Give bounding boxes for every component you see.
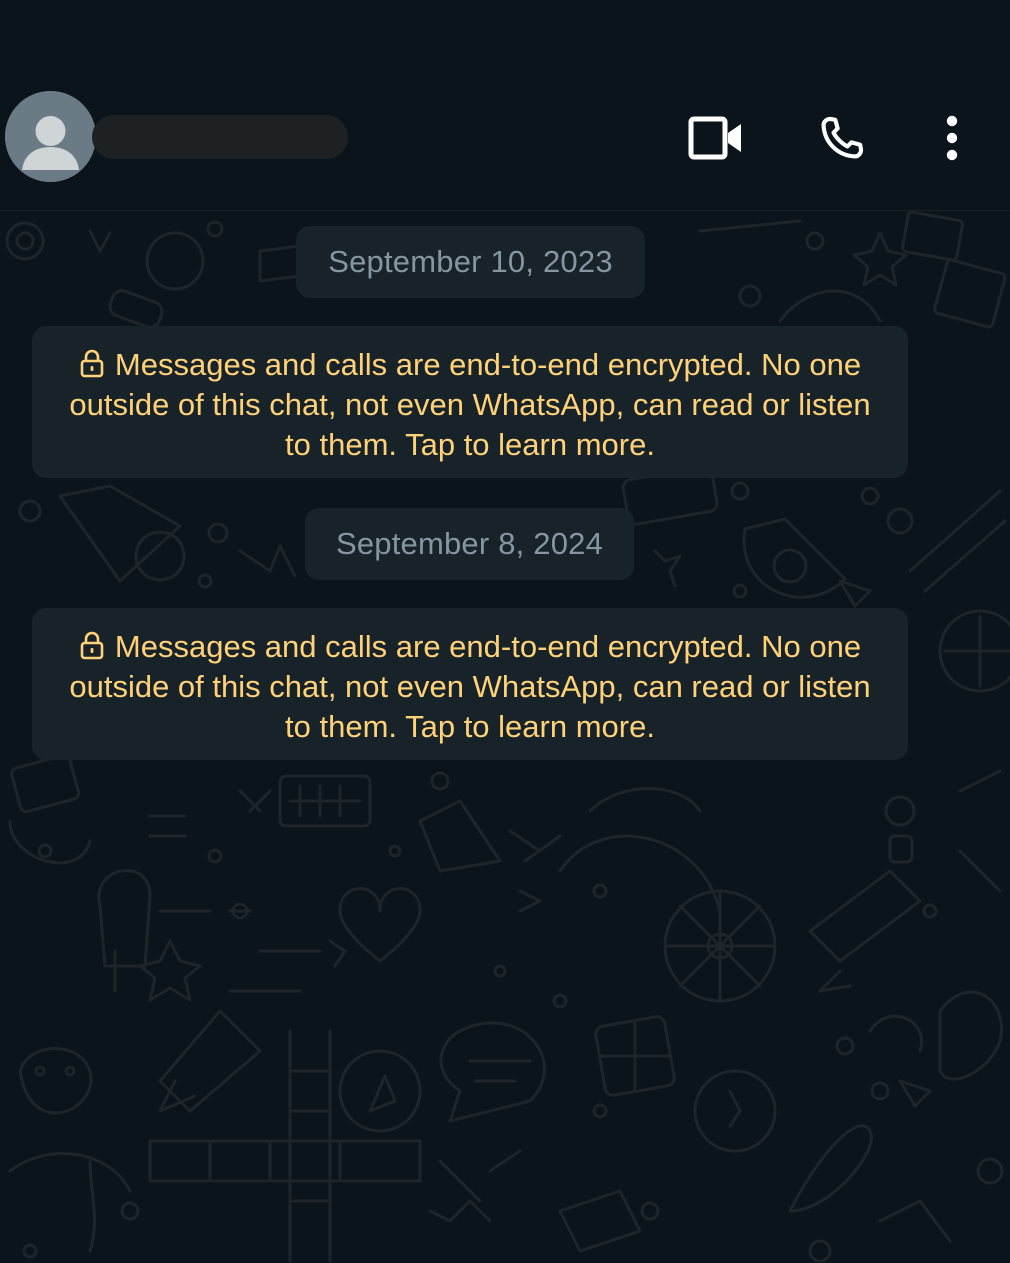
video-call-button[interactable] <box>680 108 752 168</box>
encryption-notice-text: Messages and calls are end-to-end encryp… <box>69 347 871 462</box>
more-options-button[interactable] <box>922 104 982 172</box>
contact-name-redacted[interactable] <box>92 115 348 159</box>
more-vertical-icon <box>946 115 958 161</box>
phone-icon <box>821 116 864 159</box>
chat-screen: September 10, 2023 Messages and calls ar… <box>0 0 1010 1263</box>
lock-icon <box>80 349 104 378</box>
message-list[interactable]: September 10, 2023 Messages and calls ar… <box>0 211 1010 1263</box>
date-divider: September 10, 2023 <box>296 226 645 298</box>
contact-avatar[interactable] <box>5 91 96 182</box>
default-avatar-icon <box>5 91 96 182</box>
video-camera-icon <box>688 116 741 160</box>
voice-call-button[interactable] <box>806 104 878 172</box>
date-divider: September 8, 2024 <box>305 508 634 580</box>
encryption-notice[interactable]: Messages and calls are end-to-end encryp… <box>32 608 908 760</box>
chat-header <box>0 0 1010 211</box>
encryption-notice-text: Messages and calls are end-to-end encryp… <box>69 629 871 744</box>
date-label: September 10, 2023 <box>328 244 613 279</box>
date-label: September 8, 2024 <box>335 526 604 561</box>
lock-icon <box>80 631 104 660</box>
encryption-notice[interactable]: Messages and calls are end-to-end encryp… <box>32 326 908 478</box>
